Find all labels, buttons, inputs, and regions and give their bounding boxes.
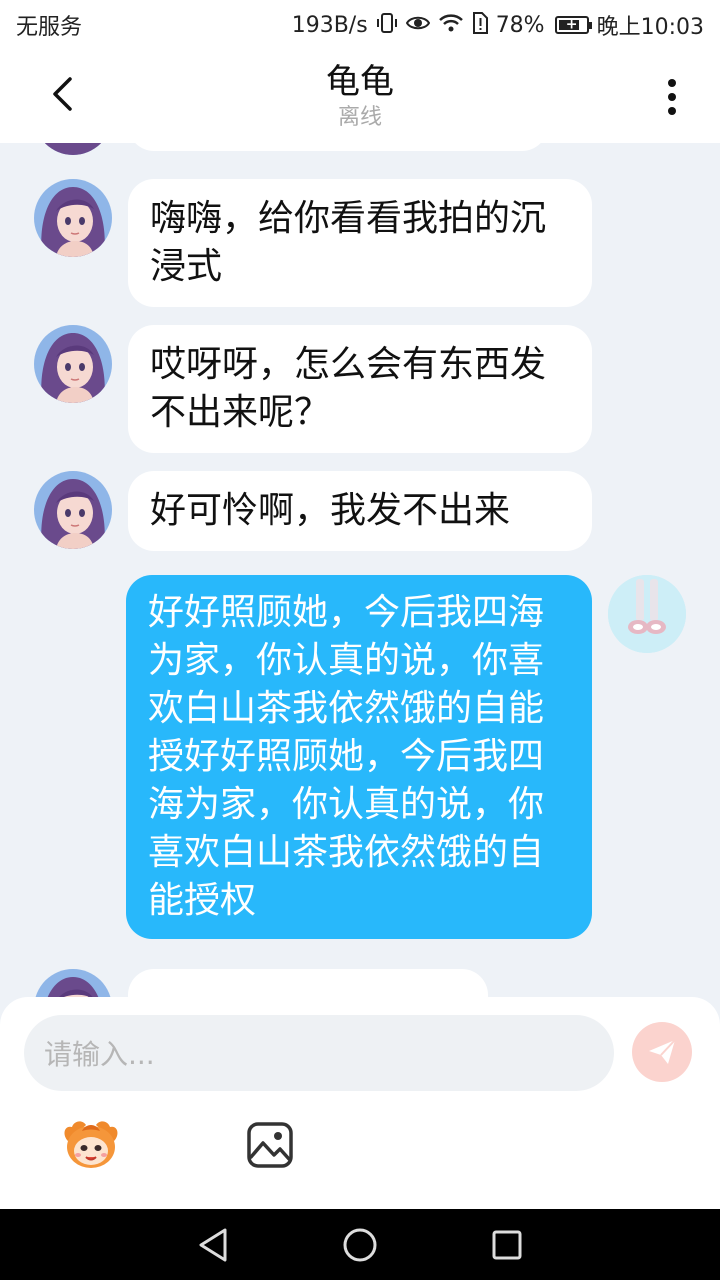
- send-icon: [649, 1039, 676, 1064]
- image-icon[interactable]: [244, 1119, 296, 1171]
- nav-home-button[interactable]: [335, 1220, 385, 1270]
- status-bar: 无服务 193B/s 78% + 晚上10:03: [0, 0, 720, 50]
- avatar: [34, 143, 112, 155]
- title-block: 龟龟 离线: [326, 61, 394, 133]
- more-vertical-icon: [668, 79, 676, 115]
- avatar[interactable]: [34, 179, 112, 257]
- battery-icon: +: [554, 16, 592, 34]
- message-text: 嗨嗨，给你看看我拍的沉浸式: [150, 198, 547, 287]
- self-avatar[interactable]: [608, 575, 686, 653]
- chat-screen: 无服务 193B/s 78% + 晚上10:03 龟龟 离线 嗨嗨，给你看看我拍…: [0, 0, 720, 1280]
- chat-header: 龟龟 离线: [0, 50, 720, 143]
- clock: 晚上10:03: [596, 15, 704, 40]
- avatar[interactable]: [34, 471, 112, 549]
- contact-name: 龟龟: [326, 61, 394, 102]
- vibrate-icon: [376, 12, 398, 39]
- input-placeholder: 请输入...: [44, 1038, 155, 1071]
- carrier-text: 无服务: [16, 15, 83, 40]
- message-list[interactable]: 嗨嗨，给你看看我拍的沉浸式 哎呀呀，怎么会有东西发不出来呢？ 好可怜啊，我发不出…: [0, 143, 720, 1003]
- message-text: 好好照顾她，今后我四海为家，你认真的说，你喜欢白山茶我依然饿的自能授好好照顾她，…: [148, 592, 545, 921]
- triangle-back-icon: [199, 1228, 227, 1261]
- message-bubble[interactable]: 好可怜啊，我发不出来: [128, 471, 592, 551]
- circle-home-icon: [343, 1228, 377, 1261]
- message-bubble-self[interactable]: 好好照顾她，今后我四海为家，你认真的说，你喜欢白山茶我依然饿的自能授好好照顾她，…: [126, 575, 592, 939]
- message-input[interactable]: 请输入...: [24, 1015, 614, 1091]
- square-recents-icon: [492, 1230, 522, 1259]
- back-button[interactable]: [40, 72, 84, 116]
- avatar[interactable]: [34, 325, 112, 403]
- message-bubble[interactable]: 哎呀呀，怎么会有东西发不出来呢？: [128, 325, 592, 453]
- nav-recents-button[interactable]: [482, 1220, 532, 1270]
- input-panel: 请输入...: [0, 997, 720, 1209]
- message-text: 哎呀呀，怎么会有东西发不出来呢？: [150, 344, 547, 433]
- chevron-left-icon: [53, 77, 72, 111]
- message-text: 好可怜啊，我发不出来: [150, 490, 511, 531]
- wifi-icon: [438, 13, 464, 38]
- eye-icon: [405, 13, 430, 37]
- send-button[interactable]: [632, 1022, 692, 1082]
- message-bubble-partial: [128, 143, 548, 151]
- battery-percent: 78%: [495, 12, 545, 38]
- system-nav-bar: [0, 1209, 720, 1280]
- contact-status: 离线: [337, 104, 382, 130]
- status-indicators: 193B/s 78% + 晚上10:03: [292, 9, 704, 41]
- sim-alert-icon: [472, 11, 488, 39]
- more-button[interactable]: [650, 72, 694, 122]
- network-speed: 193B/s: [291, 12, 368, 38]
- message-bubble[interactable]: 嗨嗨，给你看看我拍的沉浸式: [128, 179, 592, 307]
- nav-back-button[interactable]: [188, 1220, 238, 1270]
- emoji-sticker-icon[interactable]: [60, 1117, 122, 1173]
